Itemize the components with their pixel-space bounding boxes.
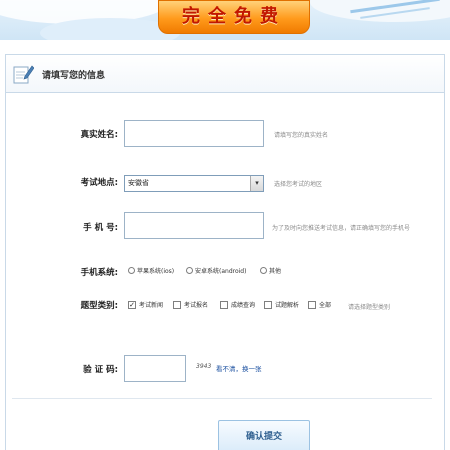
captcha-input[interactable] xyxy=(124,355,186,382)
location-label: 考试地点: xyxy=(80,178,118,188)
type-option-scores[interactable]: 成绩查询 xyxy=(220,300,255,309)
info-form-panel: 请填写您的信息 xyxy=(5,54,445,450)
os-option-android[interactable]: 安卓系统(android) xyxy=(186,266,246,275)
checkbox[interactable] xyxy=(264,300,272,309)
panel-header: 请填写您的信息 xyxy=(6,55,444,93)
free-badge: 完全免费 xyxy=(158,0,310,34)
pencil-icon xyxy=(13,65,34,84)
radio-button[interactable] xyxy=(128,267,135,274)
location-select[interactable]: 安徽省 ▾ xyxy=(124,175,264,192)
checkbox[interactable] xyxy=(173,300,181,309)
name-label: 真实姓名: xyxy=(80,130,118,140)
banner-decoration xyxy=(310,0,450,22)
os-option-other[interactable]: 其他 xyxy=(260,266,281,275)
checkbox-checked[interactable]: ✓ xyxy=(128,300,136,309)
phone-hint: 为了及时向您推送考试信息，请正确填写您的手机号 xyxy=(272,225,411,232)
type-option-analysis[interactable]: 试题解析 xyxy=(264,300,299,309)
type-option-registration[interactable]: 考试报名 xyxy=(173,300,208,309)
captcha-label: 验 证 码: xyxy=(83,365,118,375)
divider xyxy=(12,398,432,399)
name-input[interactable] xyxy=(124,120,264,147)
location-selected-value: 安徽省 xyxy=(128,179,149,187)
captcha-refresh-link[interactable]: 看不清，换一张 xyxy=(216,363,262,373)
captcha-image[interactable]: 3943 xyxy=(196,363,211,370)
submit-button[interactable]: 确认提交 xyxy=(218,420,310,450)
phone-label: 手 机 号: xyxy=(83,223,118,233)
type-option-all[interactable]: 全部 xyxy=(308,300,331,309)
name-hint: 请填写您的真实姓名 xyxy=(274,132,329,139)
question-type-hint: 请选择题型类别 xyxy=(348,304,391,311)
type-option-news[interactable]: ✓ 考试新闻 xyxy=(128,300,163,309)
checkbox[interactable] xyxy=(308,300,316,309)
location-hint: 选择您考试的地区 xyxy=(274,181,323,188)
radio-button[interactable] xyxy=(186,267,193,274)
panel-title: 请填写您的信息 xyxy=(42,71,106,81)
os-label: 手机系统: xyxy=(80,268,118,278)
phone-input[interactable] xyxy=(124,212,264,239)
question-type-label: 题型类别: xyxy=(80,301,118,311)
chevron-down-icon[interactable]: ▾ xyxy=(250,176,263,191)
checkbox[interactable] xyxy=(220,300,228,309)
os-option-ios[interactable]: 苹果系统(ios) xyxy=(128,266,174,275)
radio-button[interactable] xyxy=(260,267,267,274)
